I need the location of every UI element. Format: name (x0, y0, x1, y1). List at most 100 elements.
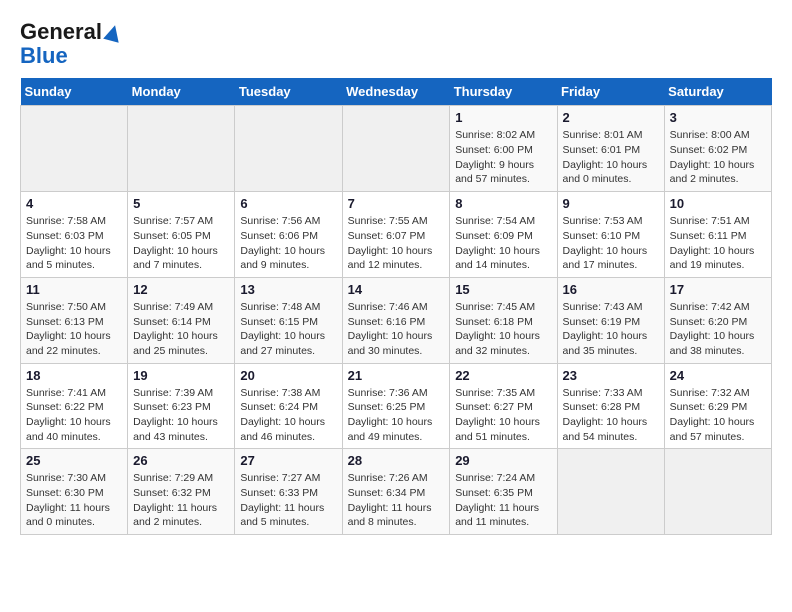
day-number: 18 (26, 368, 122, 383)
calendar-day-cell: 27 Sunrise: 7:27 AM Sunset: 6:33 PM Dayli… (235, 449, 342, 535)
day-number: 22 (455, 368, 551, 383)
day-info: Sunrise: 7:36 AM Sunset: 6:25 PM Dayligh… (348, 386, 445, 445)
day-number: 7 (348, 196, 445, 211)
calendar-week-row: 18 Sunrise: 7:41 AM Sunset: 6:22 PM Dayli… (21, 363, 772, 449)
weekday-header-cell: Sunday (21, 78, 128, 106)
calendar-day-cell: 19 Sunrise: 7:39 AM Sunset: 6:23 PM Dayli… (128, 363, 235, 449)
day-info: Sunrise: 7:33 AM Sunset: 6:28 PM Dayligh… (563, 386, 659, 445)
calendar-day-cell: 18 Sunrise: 7:41 AM Sunset: 6:22 PM Dayli… (21, 363, 128, 449)
calendar-day-cell: 1 Sunrise: 8:02 AM Sunset: 6:00 PM Daylig… (450, 106, 557, 192)
day-number: 16 (563, 282, 659, 297)
day-info: Sunrise: 7:50 AM Sunset: 6:13 PM Dayligh… (26, 300, 122, 359)
weekday-header-cell: Monday (128, 78, 235, 106)
calendar-week-row: 1 Sunrise: 8:02 AM Sunset: 6:00 PM Daylig… (21, 106, 772, 192)
calendar-day-cell: 11 Sunrise: 7:50 AM Sunset: 6:13 PM Dayli… (21, 277, 128, 363)
calendar-body: 1 Sunrise: 8:02 AM Sunset: 6:00 PM Daylig… (21, 106, 772, 535)
day-number: 11 (26, 282, 122, 297)
day-info: Sunrise: 7:30 AM Sunset: 6:30 PM Dayligh… (26, 471, 122, 530)
calendar-day-cell: 17 Sunrise: 7:42 AM Sunset: 6:20 PM Dayli… (664, 277, 771, 363)
day-number: 28 (348, 453, 445, 468)
calendar-day-cell: 6Sunrise: 7:56 AM Sunset: 6:06 PM Daylig… (235, 192, 342, 278)
day-number: 27 (240, 453, 336, 468)
day-number: 25 (26, 453, 122, 468)
day-info: Sunrise: 7:57 AM Sunset: 6:05 PM Dayligh… (133, 214, 229, 273)
weekday-header-row: SundayMondayTuesdayWednesdayThursdayFrid… (21, 78, 772, 106)
day-number: 14 (348, 282, 445, 297)
calendar-week-row: 4 Sunrise: 7:58 AM Sunset: 6:03 PM Daylig… (21, 192, 772, 278)
calendar-day-cell: 10 Sunrise: 7:51 AM Sunset: 6:11 PM Dayli… (664, 192, 771, 278)
day-info: Sunrise: 7:27 AM Sunset: 6:33 PM Dayligh… (240, 471, 336, 530)
weekday-header-cell: Saturday (664, 78, 771, 106)
calendar-day-cell (557, 449, 664, 535)
day-number: 23 (563, 368, 659, 383)
calendar-day-cell: 14 Sunrise: 7:46 AM Sunset: 6:16 PM Dayli… (342, 277, 450, 363)
day-number: 17 (670, 282, 766, 297)
day-info: Sunrise: 7:24 AM Sunset: 6:35 PM Dayligh… (455, 471, 551, 530)
day-number: 29 (455, 453, 551, 468)
calendar-day-cell: 8Sunrise: 7:54 AM Sunset: 6:09 PM Daylig… (450, 192, 557, 278)
day-number: 10 (670, 196, 766, 211)
day-info: Sunrise: 7:45 AM Sunset: 6:18 PM Dayligh… (455, 300, 551, 359)
day-info: Sunrise: 7:35 AM Sunset: 6:27 PM Dayligh… (455, 386, 551, 445)
calendar-day-cell: 26Sunrise: 7:29 AM Sunset: 6:32 PM Dayli… (128, 449, 235, 535)
calendar-day-cell: 24 Sunrise: 7:32 AM Sunset: 6:29 PM Dayli… (664, 363, 771, 449)
day-info: Sunrise: 7:26 AM Sunset: 6:34 PM Dayligh… (348, 471, 445, 530)
day-number: 1 (455, 110, 551, 125)
day-number: 24 (670, 368, 766, 383)
weekday-header-cell: Tuesday (235, 78, 342, 106)
day-info: Sunrise: 7:51 AM Sunset: 6:11 PM Dayligh… (670, 214, 766, 273)
day-info: Sunrise: 8:02 AM Sunset: 6:00 PM Dayligh… (455, 128, 551, 187)
calendar-day-cell: 4 Sunrise: 7:58 AM Sunset: 6:03 PM Daylig… (21, 192, 128, 278)
day-info: Sunrise: 7:55 AM Sunset: 6:07 PM Dayligh… (348, 214, 445, 273)
calendar-week-row: 25 Sunrise: 7:30 AM Sunset: 6:30 PM Dayli… (21, 449, 772, 535)
day-info: Sunrise: 7:39 AM Sunset: 6:23 PM Dayligh… (133, 386, 229, 445)
calendar-day-cell: 12 Sunrise: 7:49 AM Sunset: 6:14 PM Dayli… (128, 277, 235, 363)
day-info: Sunrise: 7:38 AM Sunset: 6:24 PM Dayligh… (240, 386, 336, 445)
day-number: 15 (455, 282, 551, 297)
day-info: Sunrise: 8:01 AM Sunset: 6:01 PM Dayligh… (563, 128, 659, 187)
logo-line1: General (20, 19, 102, 44)
calendar-day-cell (21, 106, 128, 192)
day-number: 4 (26, 196, 122, 211)
day-info: Sunrise: 7:32 AM Sunset: 6:29 PM Dayligh… (670, 386, 766, 445)
day-number: 3 (670, 110, 766, 125)
calendar-day-cell: 25 Sunrise: 7:30 AM Sunset: 6:30 PM Dayli… (21, 449, 128, 535)
calendar-week-row: 11 Sunrise: 7:50 AM Sunset: 6:13 PM Dayli… (21, 277, 772, 363)
calendar-day-cell (664, 449, 771, 535)
day-number: 6 (240, 196, 336, 211)
day-number: 19 (133, 368, 229, 383)
calendar-day-cell: 22 Sunrise: 7:35 AM Sunset: 6:27 PM Dayli… (450, 363, 557, 449)
logo: General Blue (20, 20, 121, 68)
calendar-day-cell: 28 Sunrise: 7:26 AM Sunset: 6:34 PM Dayli… (342, 449, 450, 535)
calendar-day-cell: 9 Sunrise: 7:53 AM Sunset: 6:10 PM Daylig… (557, 192, 664, 278)
day-info: Sunrise: 7:46 AM Sunset: 6:16 PM Dayligh… (348, 300, 445, 359)
page-header: General Blue (20, 20, 772, 68)
calendar-day-cell: 16 Sunrise: 7:43 AM Sunset: 6:19 PM Dayli… (557, 277, 664, 363)
calendar-day-cell: 21 Sunrise: 7:36 AM Sunset: 6:25 PM Dayli… (342, 363, 450, 449)
calendar-day-cell: 3 Sunrise: 8:00 AM Sunset: 6:02 PM Daylig… (664, 106, 771, 192)
weekday-header-cell: Friday (557, 78, 664, 106)
logo-line2: Blue (20, 44, 121, 68)
day-info: Sunrise: 7:49 AM Sunset: 6:14 PM Dayligh… (133, 300, 229, 359)
day-number: 13 (240, 282, 336, 297)
day-number: 12 (133, 282, 229, 297)
day-info: Sunrise: 7:53 AM Sunset: 6:10 PM Dayligh… (563, 214, 659, 273)
day-info: Sunrise: 7:42 AM Sunset: 6:20 PM Dayligh… (670, 300, 766, 359)
day-number: 20 (240, 368, 336, 383)
day-info: Sunrise: 7:29 AM Sunset: 6:32 PM Dayligh… (133, 471, 229, 530)
calendar-day-cell: 7 Sunrise: 7:55 AM Sunset: 6:07 PM Daylig… (342, 192, 450, 278)
calendar-day-cell (128, 106, 235, 192)
calendar-day-cell: 15 Sunrise: 7:45 AM Sunset: 6:18 PM Dayli… (450, 277, 557, 363)
day-info: Sunrise: 7:41 AM Sunset: 6:22 PM Dayligh… (26, 386, 122, 445)
day-number: 5 (133, 196, 229, 211)
calendar-table: SundayMondayTuesdayWednesdayThursdayFrid… (20, 78, 772, 535)
weekday-header-cell: Wednesday (342, 78, 450, 106)
day-info: Sunrise: 7:58 AM Sunset: 6:03 PM Dayligh… (26, 214, 122, 273)
day-number: 21 (348, 368, 445, 383)
day-info: Sunrise: 8:00 AM Sunset: 6:02 PM Dayligh… (670, 128, 766, 187)
calendar-day-cell: 5 Sunrise: 7:57 AM Sunset: 6:05 PM Daylig… (128, 192, 235, 278)
calendar-day-cell (342, 106, 450, 192)
day-number: 8 (455, 196, 551, 211)
day-number: 9 (563, 196, 659, 211)
day-info: Sunrise: 7:43 AM Sunset: 6:19 PM Dayligh… (563, 300, 659, 359)
